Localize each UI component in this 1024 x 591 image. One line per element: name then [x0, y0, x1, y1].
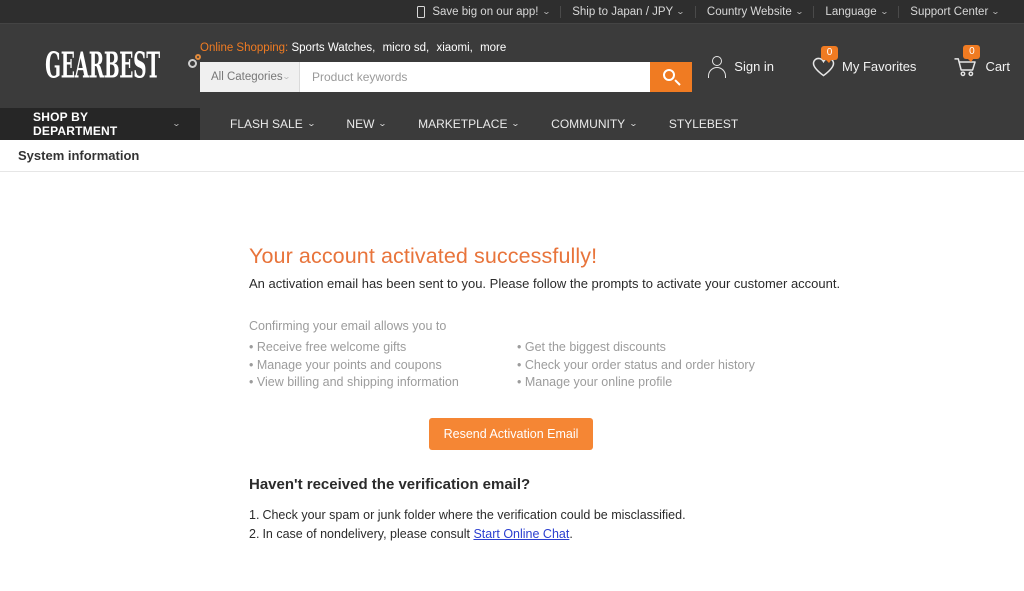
top-item-country-website-label: Country Website	[706, 5, 792, 18]
chevron-down-icon: ⌄	[541, 6, 551, 16]
cart-button[interactable]: 0 Cart	[954, 45, 1010, 77]
heart-icon: 0	[812, 45, 839, 77]
cart-label: Cart	[985, 58, 1010, 74]
site-header: GEARBEST Online Shopping: Sports Watches…	[0, 24, 1024, 108]
list-item: 2. In case of nondelivery, please consult…	[249, 525, 1024, 544]
list-item: 1. Check your spam or junk folder where t…	[249, 506, 1024, 525]
benefit-item: View billing and shipping information	[249, 374, 517, 392]
start-online-chat-link[interactable]: Start Online Chat	[473, 527, 569, 541]
search-icon	[662, 68, 681, 86]
nav-item-new[interactable]: NEW ⌄	[330, 108, 402, 140]
top-item-language-label: Language	[825, 5, 877, 18]
main-content: Your account activated successfully! An …	[0, 172, 1024, 544]
step-number: 2.	[249, 526, 260, 541]
top-item-ship-to-label: Ship to Japan / JPY	[572, 5, 674, 18]
top-item-app-label: Save big on our app!	[432, 5, 539, 18]
nav-item-marketplace[interactable]: MARKETPLACE ⌄	[402, 108, 535, 140]
header-actions: Sign in 0 My Favorites 0 Cart	[707, 45, 1010, 78]
category-select[interactable]: All Categories ⌄	[200, 62, 300, 92]
page-subtitle: An activation email has been sent to you…	[249, 276, 841, 291]
benefits-section: Confirming your email allows you to Rece…	[249, 319, 1024, 392]
chevron-down-icon: ⌄	[282, 72, 292, 81]
nav-item-marketplace-label: MARKETPLACE	[418, 117, 508, 131]
promo-link-xiaomi[interactable]: xiaomi,	[436, 42, 472, 54]
chevron-down-icon: ⌄	[879, 6, 889, 16]
benefits-spacer	[517, 319, 785, 333]
benefit-item: Manage your online profile	[517, 374, 785, 392]
search-input[interactable]	[300, 62, 650, 92]
nav-item-community-label: COMMUNITY	[551, 117, 626, 131]
benefits-column-right: Get the biggest discounts Check your ord…	[517, 319, 785, 392]
top-item-language[interactable]: Language ⌄	[813, 5, 898, 18]
nav-item-flash-sale[interactable]: FLASH SALE ⌄	[214, 108, 330, 140]
resend-activation-email-button[interactable]: Resend Activation Email	[428, 417, 594, 450]
page-title: Your account activated successfully!	[249, 244, 598, 268]
promo-keywords-line: Online Shopping: Sports Watches, micro s…	[200, 42, 720, 54]
favorites-count-badge: 0	[821, 45, 839, 63]
chevron-down-icon: ⌄	[676, 6, 686, 16]
promo-link-sports-watches[interactable]: Sports Watches,	[291, 42, 375, 54]
breadcrumb: System information	[0, 140, 1024, 172]
cart-count-badge: 0	[963, 45, 981, 62]
step-text-after: .	[569, 526, 573, 541]
step-text: In case of nondelivery, please consult	[262, 526, 474, 541]
chevron-down-icon: ⌄	[991, 6, 1001, 16]
sign-in-label: Sign in	[734, 58, 775, 74]
chevron-down-icon: ⌄	[794, 6, 804, 16]
top-item-support-center[interactable]: Support Center ⌄	[898, 5, 1010, 18]
nav-item-stylebest[interactable]: STYLEBEST	[653, 108, 754, 140]
step-number: 1.	[249, 507, 260, 522]
help-heading: Haven't received the verification email?	[249, 475, 531, 493]
site-logo-text: GEARBEST	[44, 45, 160, 87]
promo-label: Online Shopping:	[200, 42, 289, 54]
site-logo[interactable]: GEARBEST	[0, 45, 202, 87]
top-item-support-center-label: Support Center	[910, 5, 989, 18]
promo-link-micro-sd[interactable]: micro sd,	[383, 42, 430, 54]
top-item-country-website[interactable]: Country Website ⌄	[694, 5, 814, 18]
help-steps-list: 1. Check your spam or junk folder where t…	[249, 506, 1024, 544]
user-icon	[707, 55, 727, 78]
category-select-value: All Categories	[211, 71, 283, 83]
nav-items: FLASH SALE ⌄ NEW ⌄ MARKETPLACE ⌄ COMMUNI…	[200, 108, 754, 140]
phone-icon	[417, 5, 426, 18]
top-item-ship-to[interactable]: Ship to Japan / JPY ⌄	[560, 5, 695, 18]
my-favorites-label: My Favorites	[842, 58, 917, 74]
search-button[interactable]	[650, 62, 692, 92]
nav-item-community[interactable]: COMMUNITY ⌄	[535, 108, 653, 140]
my-favorites-button[interactable]: 0 My Favorites	[812, 45, 917, 77]
chevron-down-icon: ⌄	[172, 119, 182, 128]
step-text: Check your spam or junk folder where the…	[262, 507, 686, 522]
benefit-item: Manage your points and coupons	[249, 357, 517, 375]
resend-row: Resend Activation Email	[249, 417, 773, 450]
benefits-intro: Confirming your email allows you to	[249, 319, 447, 333]
benefits-column-left: Confirming your email allows you to Rece…	[249, 319, 517, 392]
chevron-down-icon: ⌄	[306, 119, 316, 128]
chevron-down-icon: ⌄	[628, 119, 639, 128]
nav-item-flash-sale-label: FLASH SALE	[230, 117, 303, 131]
benefit-item: Receive free welcome gifts	[249, 339, 517, 357]
chevron-down-icon: ⌄	[378, 119, 388, 128]
cart-icon: 0	[954, 45, 981, 77]
search-bar: All Categories ⌄	[200, 62, 692, 92]
nav-shop-by-department[interactable]: SHOP BY DEPARTMENT ⌄	[0, 108, 200, 140]
top-utility-bar: Save big on our app! ⌄ Ship to Japan / J…	[0, 0, 1024, 24]
benefit-item: Check your order status and order histor…	[517, 357, 785, 375]
top-utility-items: Save big on our app! ⌄ Ship to Japan / J…	[406, 5, 1010, 18]
chevron-down-icon: ⌄	[511, 119, 521, 128]
top-item-app[interactable]: Save big on our app! ⌄	[406, 5, 560, 18]
benefit-item: Get the biggest discounts	[517, 339, 785, 357]
nav-item-stylebest-label: STYLEBEST	[668, 117, 739, 131]
sign-in-button[interactable]: Sign in	[707, 55, 775, 78]
promo-link-more[interactable]: more	[480, 42, 506, 54]
search-zone: Online Shopping: Sports Watches, micro s…	[200, 40, 720, 92]
main-navigation: SHOP BY DEPARTMENT ⌄ FLASH SALE ⌄ NEW ⌄ …	[0, 108, 1024, 140]
breadcrumb-label: System information	[18, 148, 140, 163]
nav-item-new-label: NEW	[346, 117, 375, 131]
nav-shop-by-department-label: SHOP BY DEPARTMENT	[33, 110, 118, 138]
